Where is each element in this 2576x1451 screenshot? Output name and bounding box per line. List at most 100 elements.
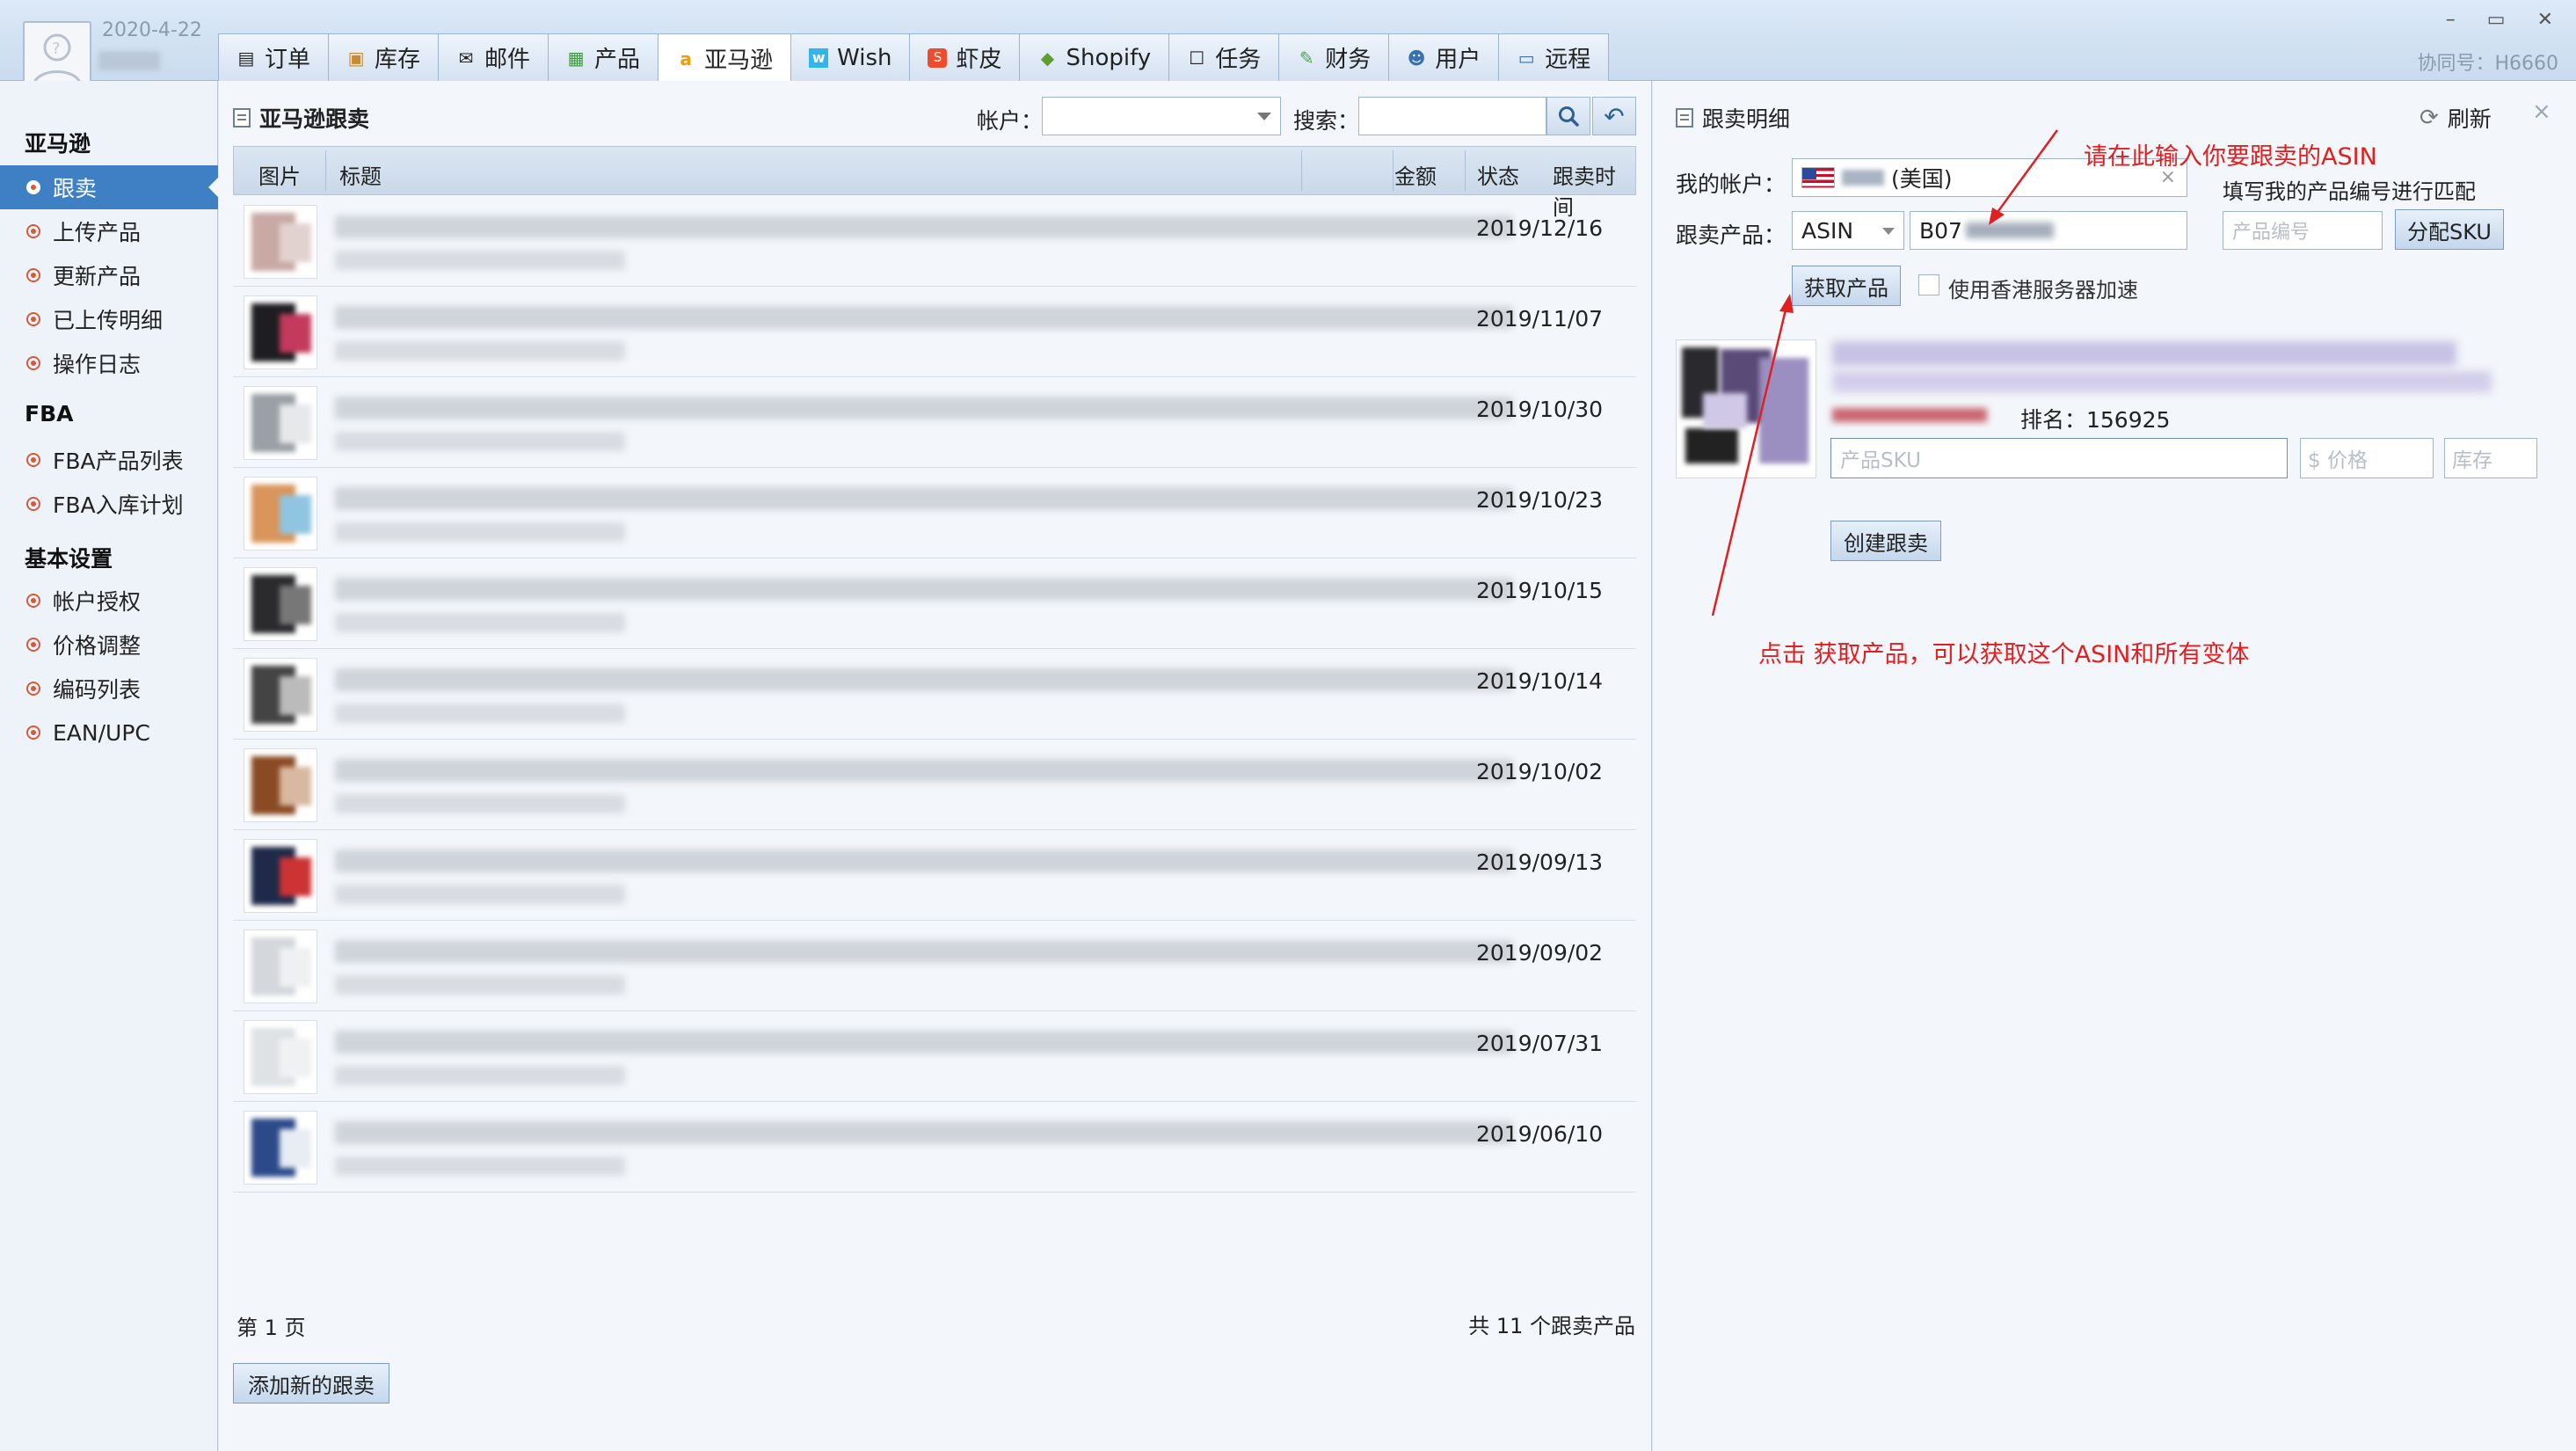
refresh-button[interactable]: ⟳ 刷新 xyxy=(2420,102,2492,134)
tab-orders[interactable]: ▤ 订单 xyxy=(218,33,330,81)
annotation-fetch-hint: 点击 获取产品，可以获取这个ASIN和所有变体 xyxy=(1758,641,2250,668)
sidebar-item-code-list[interactable]: 编码列表 xyxy=(0,667,218,711)
tab-remote[interactable]: ▭ 远程 xyxy=(1498,33,1610,81)
product-thumbnail xyxy=(244,295,317,369)
panel-title-text: 亚马逊跟卖 xyxy=(259,106,370,132)
chevron-down-icon xyxy=(1257,113,1271,120)
account-name-redacted xyxy=(1842,170,1884,186)
tab-label: 库存 xyxy=(375,47,421,73)
tab-finance[interactable]: ✎ 财务 xyxy=(1278,33,1390,81)
product-title-redacted xyxy=(335,578,1513,601)
asin-value: B07 xyxy=(1919,217,1962,244)
add-follow-sell-button[interactable]: 添加新的跟卖 xyxy=(233,1363,389,1404)
sidebar-item-upload-product[interactable]: 上传产品 xyxy=(0,209,218,253)
tab-shopee[interactable]: S 虾皮 xyxy=(909,33,1021,81)
search-label: 搜索： xyxy=(1293,108,1360,134)
tab-products[interactable]: ▦ 产品 xyxy=(548,33,659,81)
follow-sell-list-panel: 亚马逊跟卖 帐户： 搜索： ↶ 图片 标题 金额 状态 跟卖时间 2019/12… xyxy=(219,81,1652,1451)
avatar[interactable]: ? xyxy=(23,21,91,90)
product-thumbnail xyxy=(244,748,317,822)
table-row[interactable]: 2019/10/23 xyxy=(233,468,1636,558)
sidebar-item-update-product[interactable]: 更新产品 xyxy=(0,253,218,297)
sales-rank: 排名：156925 xyxy=(2020,407,2171,433)
product-subtitle-redacted xyxy=(335,1156,625,1176)
product-code-input[interactable]: 产品编号 xyxy=(2223,211,2383,250)
product-sku-input[interactable]: 产品SKU xyxy=(1830,438,2288,478)
column-header: 标题 xyxy=(339,164,382,189)
table-row[interactable]: 2019/10/30 xyxy=(233,377,1636,468)
sidebar-item-label: FBA产品列表 xyxy=(53,448,184,474)
bullet-icon xyxy=(26,594,40,608)
follow-type-value: ASIN xyxy=(1801,217,1854,244)
stock-input[interactable]: 库存 xyxy=(2444,438,2537,478)
tab-amazon[interactable]: a 亚马逊 xyxy=(658,33,792,83)
price-input[interactable]: $ 价格 xyxy=(2300,438,2434,478)
follow-sell-date: 2019/10/02 xyxy=(1476,759,1604,784)
user-name-redacted xyxy=(98,51,160,70)
sidebar-item-price-adjust[interactable]: 价格调整 xyxy=(0,623,218,667)
user-icon: ☻ xyxy=(1407,47,1426,69)
fetch-product-button[interactable]: 获取产品 xyxy=(1792,266,1901,306)
tab-label: 财务 xyxy=(1325,47,1372,73)
account-select[interactable] xyxy=(1042,97,1281,135)
sidebar-group-amazon: 亚马逊 xyxy=(25,131,91,157)
search-input[interactable] xyxy=(1358,97,1546,135)
product-price-redacted xyxy=(1832,408,1987,422)
product-title-redacted xyxy=(335,215,1513,238)
product-title-redacted xyxy=(335,1121,1513,1144)
tab-users[interactable]: ☻ 用户 xyxy=(1388,33,1500,81)
bullet-icon xyxy=(26,268,40,282)
window-controls: – ▭ ✕ xyxy=(2446,9,2553,31)
refresh-icon: ⟳ xyxy=(2420,105,2439,131)
product-title-redacted xyxy=(335,397,1513,419)
sidebar-item-account-auth[interactable]: 帐户授权 xyxy=(0,579,218,623)
minimize-icon[interactable]: – xyxy=(2446,9,2456,31)
table-row[interactable]: 2019/10/02 xyxy=(233,740,1636,830)
create-follow-sell-button[interactable]: 创建跟卖 xyxy=(1830,521,1941,561)
tab-tasks[interactable]: ☐ 任务 xyxy=(1168,33,1280,81)
tab-inventory[interactable]: ▣ 库存 xyxy=(328,33,440,81)
close-panel-icon[interactable]: ⨯ xyxy=(2532,98,2551,125)
sidebar-item-fba-list[interactable]: FBA产品列表 xyxy=(0,438,218,482)
search-button[interactable] xyxy=(1546,97,1590,135)
us-flag-icon xyxy=(1801,167,1835,188)
tab-shopify[interactable]: ◆ Shopify xyxy=(1019,33,1170,81)
list-icon xyxy=(1676,108,1693,128)
box-icon: ▣ xyxy=(347,47,365,69)
sidebar-item-uploaded-details[interactable]: 已上传明细 xyxy=(0,297,218,341)
table-row[interactable]: 2019/11/07 xyxy=(233,287,1636,377)
close-icon[interactable]: ✕ xyxy=(2537,9,2553,31)
tab-mail[interactable]: ✉ 邮件 xyxy=(438,33,549,81)
login-date: 2020-4-22 xyxy=(102,19,202,41)
top-bar: ? 2020-4-22 ▤ 订单 ▣ 库存 ✉ 邮件 ▦ 产品 a 亚马逊 w Wish S… xyxy=(0,0,2576,90)
sidebar-item-fba-inbound[interactable]: FBA入库计划 xyxy=(0,482,218,526)
table-row[interactable]: 2019/10/15 xyxy=(233,558,1636,649)
sidebar-item-ean-upc[interactable]: EAN/UPC xyxy=(0,711,218,755)
table-row[interactable]: 2019/09/13 xyxy=(233,830,1636,921)
module-tabs: ▤ 订单 ▣ 库存 ✉ 邮件 ▦ 产品 a 亚马逊 w Wish S 虾皮 ◆ Shopify … xyxy=(218,33,1610,83)
table-row[interactable]: 2019/07/31 xyxy=(233,1011,1636,1102)
table-row[interactable]: 2019/10/14 xyxy=(233,649,1636,740)
sidebar-item-follow-sell[interactable]: 跟卖 xyxy=(0,165,219,209)
follow-type-select[interactable]: ASIN xyxy=(1792,211,1904,250)
maximize-icon[interactable]: ▭ xyxy=(2487,9,2506,31)
follow-sell-date: 2019/10/30 xyxy=(1476,397,1604,422)
product-title-redacted xyxy=(335,1031,1513,1054)
assign-sku-button[interactable]: 分配SKU xyxy=(2395,209,2504,250)
detail-title: 跟卖明细 xyxy=(1676,102,1790,134)
product-thumbnail xyxy=(244,930,317,1003)
product-subtitle-redacted xyxy=(335,704,625,723)
tab-wish[interactable]: w Wish xyxy=(790,33,911,81)
sidebar-item-operation-log[interactable]: 操作日志 xyxy=(0,341,218,385)
reset-button[interactable]: ↶ xyxy=(1592,97,1636,135)
tab-label: 产品 xyxy=(594,47,641,73)
hk-server-checkbox[interactable] xyxy=(1918,274,1939,295)
table-row[interactable]: 2019/06/10 xyxy=(233,1102,1636,1192)
table-row[interactable]: 2019/09/02 xyxy=(233,921,1636,1011)
asin-redacted xyxy=(1965,222,2054,238)
product-subtitle-redacted xyxy=(335,341,625,361)
table-row[interactable]: 2019/12/16 xyxy=(233,196,1636,287)
tab-label: 邮件 xyxy=(484,47,531,73)
product-subtitle-redacted xyxy=(335,251,625,270)
asin-input[interactable]: B07 xyxy=(1910,211,2187,250)
